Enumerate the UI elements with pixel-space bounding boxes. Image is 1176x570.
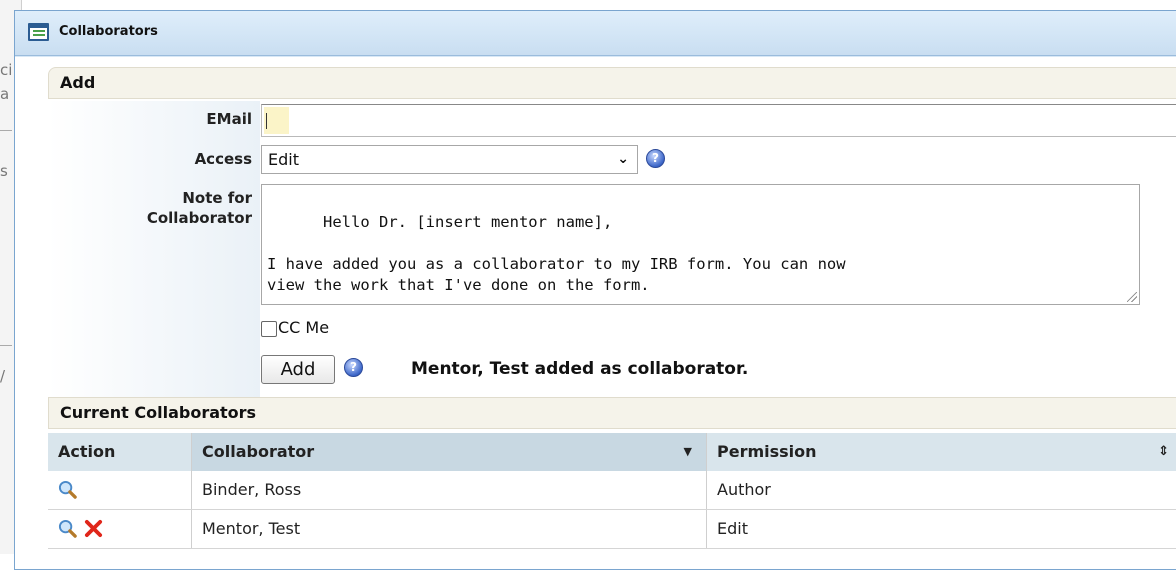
current-collaborators-header: Current Collaborators	[48, 397, 1176, 429]
collaborator-name: Mentor, Test	[192, 510, 707, 548]
view-icon[interactable]	[58, 480, 77, 499]
row-actions	[48, 471, 192, 509]
add-button[interactable]: Add	[261, 355, 335, 384]
sort-desc-icon: ▼	[683, 445, 692, 458]
resize-grip-icon[interactable]	[1127, 292, 1137, 302]
column-header-action: Action	[48, 433, 192, 471]
chevron-down-icon: ⌄	[617, 151, 629, 167]
note-label-line2: Collaborator	[146, 209, 252, 227]
add-section-header: Add	[48, 67, 1176, 99]
background-fragment: ci	[0, 62, 13, 78]
table-row: Mentor, Test Edit	[48, 510, 1176, 549]
collaborator-permission: Edit	[707, 510, 1176, 548]
access-selected-value: Edit	[268, 150, 299, 169]
access-help-icon[interactable]: ?	[646, 149, 665, 168]
email-label: EMail	[206, 110, 252, 128]
window-list-icon	[28, 23, 49, 41]
dialog-titlebar[interactable]: Collaborators	[15, 11, 1176, 56]
collaborators-dialog: Collaborators Add EMail Access Note for …	[14, 10, 1176, 570]
sort-toggle-icon: ⇕	[1158, 444, 1169, 459]
collaborator-name: Binder, Ross	[192, 471, 707, 509]
background-divider	[0, 345, 12, 346]
email-input[interactable]	[261, 104, 1176, 137]
form-label-column: EMail Access Note for Collaborator	[48, 101, 260, 401]
table-row: Binder, Ross Author	[48, 471, 1176, 510]
view-icon[interactable]	[58, 519, 77, 538]
column-header-permission[interactable]: Permission ⇕	[707, 433, 1176, 471]
background-divider	[0, 130, 12, 131]
note-textarea[interactable]: Hello Dr. [insert mentor name], I have a…	[261, 184, 1140, 305]
table-header-row: Action Collaborator ▼ Permission ⇕	[48, 433, 1176, 471]
add-help-icon[interactable]: ?	[344, 358, 363, 377]
background-fragment: /	[0, 368, 6, 384]
status-message: Mentor, Test added as collaborator.	[411, 359, 749, 379]
text-caret	[266, 113, 267, 129]
email-focus-highlight	[264, 107, 289, 134]
note-text: Hello Dr. [insert mentor name], I have a…	[267, 213, 846, 294]
column-header-collaborator[interactable]: Collaborator ▼	[192, 433, 707, 471]
row-actions	[48, 510, 192, 548]
background-fragment: s	[0, 163, 8, 179]
dialog-title: Collaborators	[59, 24, 158, 39]
delete-icon[interactable]	[84, 519, 103, 538]
background-fragment: a	[0, 86, 10, 102]
cc-me-checkbox[interactable]	[261, 321, 277, 337]
collaborator-permission: Author	[707, 471, 1176, 509]
dialog-content: Add EMail Access Note for Collaborator E…	[15, 57, 1176, 569]
access-select[interactable]: Edit ⌄	[261, 145, 638, 174]
access-label: Access	[194, 150, 252, 168]
cc-me-label[interactable]: CC Me	[278, 318, 329, 337]
note-label-line1: Note for	[182, 189, 252, 207]
